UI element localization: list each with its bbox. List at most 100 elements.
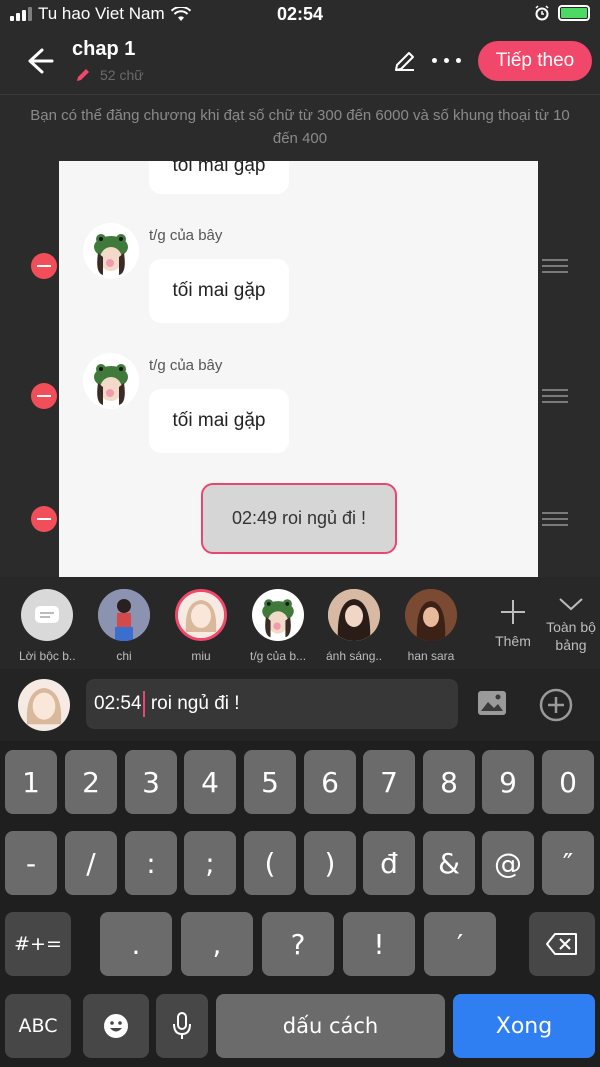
key-6[interactable]: 6 [304,750,356,814]
message-input-row: 02:54 roi ngủ đi ! [0,669,600,741]
frog-girl-icon [94,234,128,275]
pencil-small-icon [77,69,89,81]
key-abc[interactable]: ABC [5,994,71,1058]
key-2[interactable]: 2 [65,750,117,814]
girl-photo-icon [328,589,380,641]
character-bar: Lời bộc b... chi miu t/g của b... ánh sá… [0,577,600,669]
delete-message-icon[interactable] [31,506,57,532]
chevron-down-icon [559,598,583,611]
key-prime[interactable]: ′ [424,912,496,976]
frog-girl-icon [94,364,128,405]
drag-handle-icon[interactable] [542,512,568,526]
key-question[interactable]: ? [262,912,334,976]
editor-header: chap 1 52 chữ Tiếp theo [0,32,600,94]
key-semicolon[interactable]: ; [184,831,236,895]
chat-canvas[interactable]: tối mai gặp t/g của bây tối mai gặp t/g … [59,161,538,577]
key-9[interactable]: 9 [482,750,534,814]
next-button[interactable]: Tiếp theo [478,41,592,81]
delete-message-icon[interactable] [31,383,57,409]
back-arrow-icon[interactable] [22,46,58,76]
character-avatar[interactable] [83,223,139,279]
speech-bubble-icon [35,606,59,623]
character-narrator[interactable]: Lời bộc b... [19,589,75,663]
key-at[interactable]: @ [482,831,534,895]
selected-message-bubble[interactable]: 02:49 roi ngủ đi ! [201,483,397,554]
girl-photo-icon [405,589,457,641]
word-count: 52 chữ [74,66,144,84]
key-colon[interactable]: : [125,831,177,895]
frog-girl-icon [262,599,294,638]
key-exclamation[interactable]: ! [343,912,415,976]
author-avatar [252,589,304,641]
emoji-icon [104,1014,128,1038]
key-hyphen[interactable]: - [5,831,57,895]
backspace-icon [546,933,577,955]
key-slash[interactable]: / [65,831,117,895]
key-1[interactable]: 1 [5,750,57,814]
key-3[interactable]: 3 [125,750,177,814]
message-bubble[interactable]: tối mai gặp [149,161,289,194]
header-divider [0,94,600,95]
publish-notice: Bạn có thể đăng chương khi đạt số chữ từ… [30,107,570,147]
image-icon[interactable] [476,689,508,717]
character-avatar[interactable] [83,353,139,409]
key-open-paren[interactable]: ( [244,831,296,895]
character-han-sara[interactable]: han sara [403,589,459,663]
keyboard: 1 2 3 4 5 6 7 8 9 0 - / : ; ( ) đ & @ ″ … [0,741,600,1067]
drag-handle-icon[interactable] [542,259,568,273]
add-circle-icon[interactable] [538,687,574,723]
anh-sang-avatar [328,589,380,641]
character-label: miu [191,649,211,663]
han-sara-avatar [405,589,457,641]
more-options-icon[interactable] [432,58,461,63]
message-input[interactable]: 02:54 roi ngủ đi ! [86,679,458,729]
alarm-icon [535,5,549,21]
delete-message-icon[interactable] [31,253,57,279]
dictation-key[interactable] [156,994,208,1058]
character-chi[interactable]: chi [96,589,152,663]
done-key[interactable]: Xong [453,994,595,1058]
key-period[interactable]: . [100,912,172,976]
full-board-label: Toàn bộ bảng [546,619,596,653]
text-caret [142,691,145,717]
key-close-paren[interactable]: ) [304,831,356,895]
miu-avatar [175,589,227,641]
key-7[interactable]: 7 [363,750,415,814]
full-board-button[interactable]: Toàn bộ bảng [541,595,600,654]
add-character-button[interactable]: Thêm [490,597,536,650]
key-8[interactable]: 8 [423,750,475,814]
battery-icon [558,5,590,21]
chapter-title[interactable]: chap 1 [72,38,135,61]
key-comma[interactable]: , [181,912,253,976]
input-text-before-caret: 02:54 [94,693,142,714]
message-bubble[interactable]: tối mai gặp [149,389,289,453]
character-label: ánh sáng... [326,649,382,663]
girl-photo-icon [98,589,150,641]
current-character-avatar[interactable] [18,679,70,731]
key-ampersand[interactable]: & [423,831,475,895]
message-bubble[interactable]: tối mai gặp [149,259,289,323]
character-author[interactable]: t/g của b... [250,589,306,663]
sender-name: t/g của bây [149,357,223,374]
character-miu[interactable]: miu [173,589,229,663]
key-0[interactable]: 0 [542,750,594,814]
drag-handle-icon[interactable] [542,389,568,403]
anime-girl-icon [178,592,224,638]
edit-icon[interactable] [392,48,418,74]
character-label: han sara [407,649,455,663]
character-label: t/g của b... [250,649,306,663]
key-d-stroke[interactable]: đ [363,831,415,895]
key-5[interactable]: 5 [244,750,296,814]
input-text-after-caret: roi ngủ đi ! [145,693,240,714]
character-anh-sang[interactable]: ánh sáng... [326,589,382,663]
character-label: Lời bộc b... [19,649,75,663]
anime-girl-icon [18,679,70,731]
backspace-key[interactable] [529,912,595,976]
key-double-prime[interactable]: ″ [542,831,594,895]
sender-name: t/g của bây [149,227,223,244]
space-key[interactable]: dấu cách [216,994,445,1058]
key-symbols[interactable]: #+= [5,912,71,976]
key-4[interactable]: 4 [184,750,236,814]
emoji-key[interactable] [83,994,149,1058]
character-label: chi [116,649,132,663]
